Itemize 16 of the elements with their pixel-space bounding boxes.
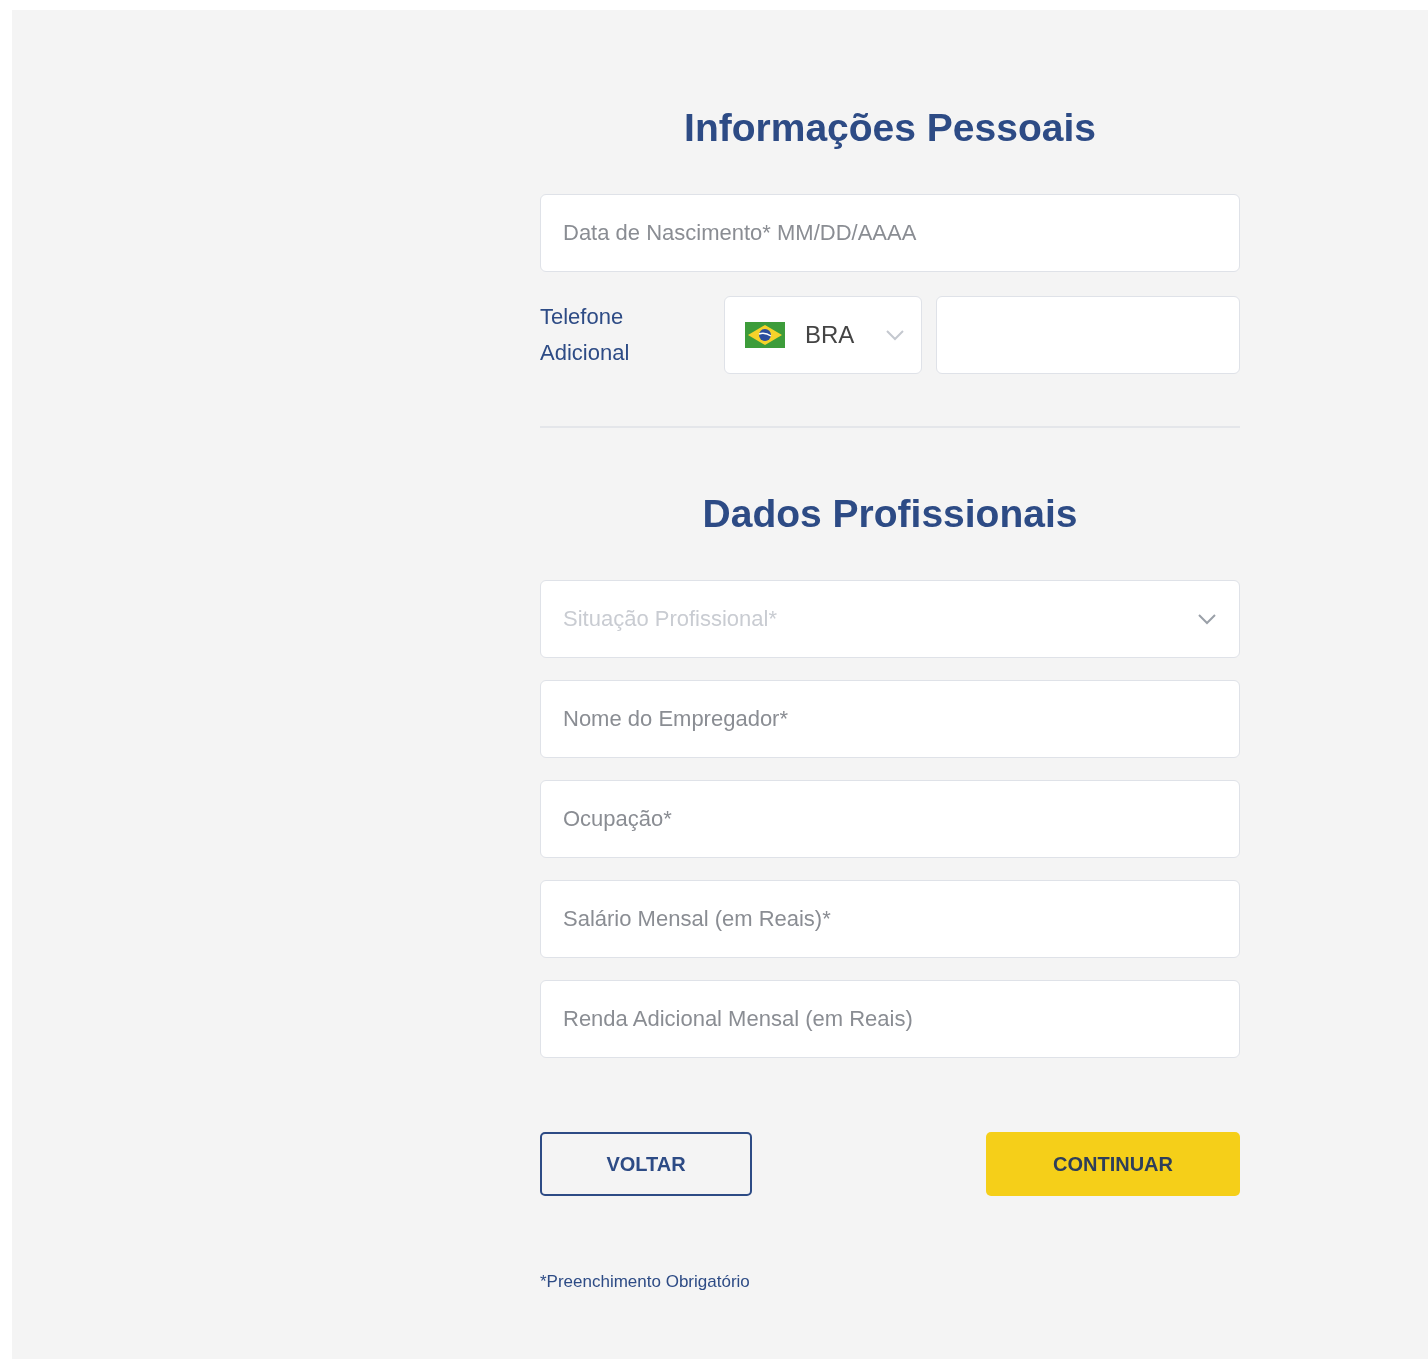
field-label: Telefone Adicional xyxy=(540,303,631,367)
chevron-down-icon xyxy=(885,329,905,341)
country-dropdown[interactable]: BRA xyxy=(724,296,922,374)
flag-icon xyxy=(745,322,785,348)
required-note: *Preenchimento Obrigatório xyxy=(540,1272,750,1292)
chevron-down-icon xyxy=(1197,613,1217,625)
continue-button[interactable]: CONTINUAR xyxy=(986,1132,1240,1196)
text-input-field[interactable]: Data de Nascimento* MM/DD/AAAA xyxy=(540,194,1240,272)
text-input-field[interactable]: Renda Adicional Mensal (em Reais) xyxy=(540,980,1240,1058)
phone-input-field[interactable] xyxy=(936,296,1240,374)
text-input-field[interactable]: Salário Mensal (em Reais)* xyxy=(540,880,1240,958)
section-title: Dados Profissionais xyxy=(701,491,1079,537)
section-title: Informações Pessoais xyxy=(683,105,1097,151)
text-input-field[interactable]: Nome do Empregador* xyxy=(540,680,1240,758)
text-input-field[interactable]: Ocupação* xyxy=(540,780,1240,858)
back-button[interactable]: VOLTAR xyxy=(540,1132,752,1196)
